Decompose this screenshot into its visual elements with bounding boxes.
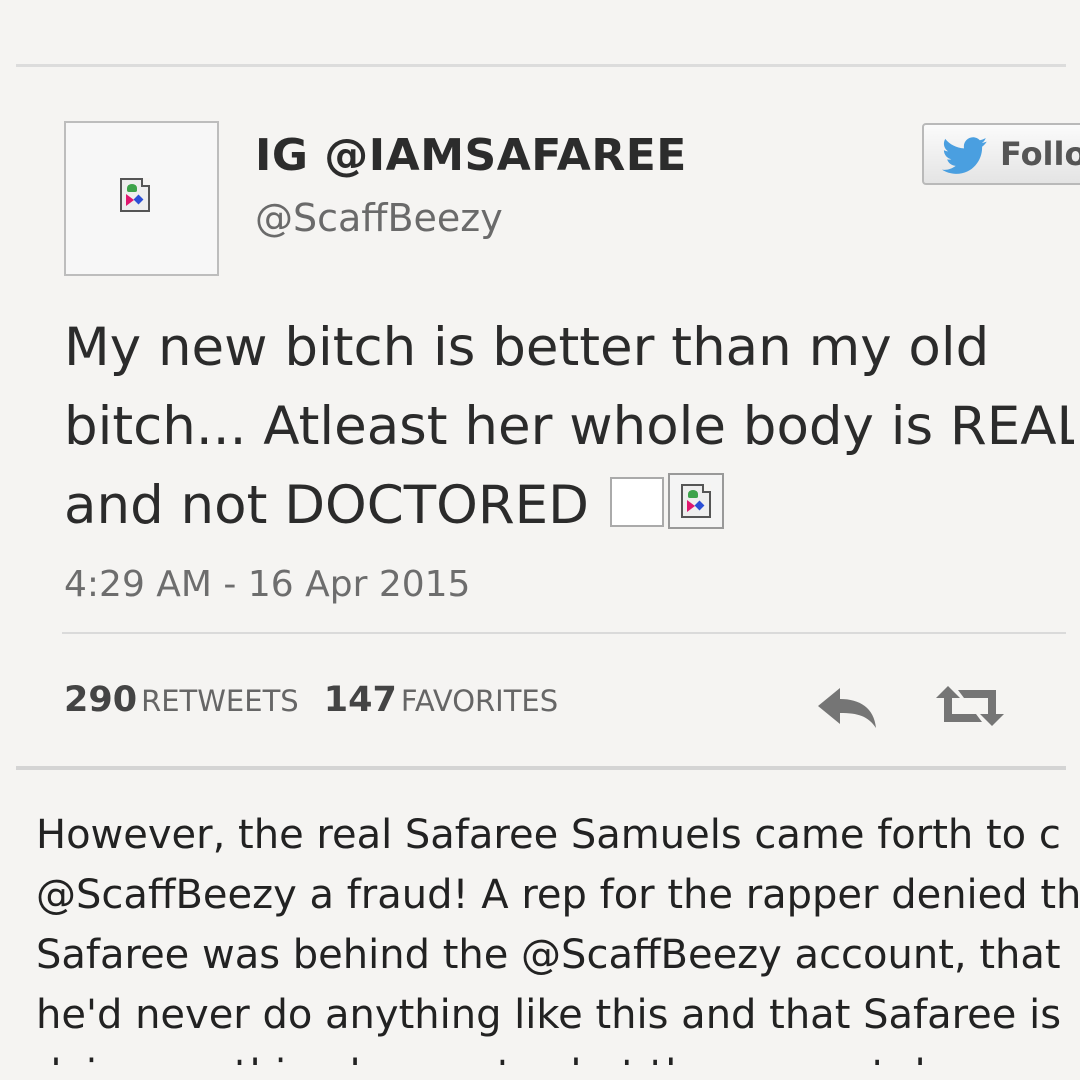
article-line: he'd never do anything like this and tha… [36,992,1062,1038]
tweet-text-line: bitch... Atleast her whole body is REAL [64,396,1074,457]
tweet-text-fragment: and not DOCTORED [64,475,589,536]
user-handle[interactable]: @ScaffBeezy [255,196,503,240]
article-line: However, the real Safaree Samuels came f… [36,812,1061,858]
article-line: Safaree was behind the @ScaffBeezy accou… [36,932,1061,978]
top-divider [16,64,1066,67]
avatar[interactable] [64,121,219,276]
broken-emoji-icon [667,473,724,529]
tweet-text-line-3: and not DOCTORED [64,466,1074,545]
tweet-stats: 290 RETWEETS 147 FAVORITES [64,680,578,720]
twitter-bird-icon [942,137,988,174]
tweet-timestamp[interactable]: 4:29 AM - 16 Apr 2015 [64,564,470,605]
article-line: doing anything he can to shut the accoun… [36,1045,1080,1065]
broken-image-icon [120,178,150,212]
favorite-label[interactable]: FAVORITES [401,684,558,718]
article-body: However, the real Safaree Samuels came f… [36,805,1080,1065]
reply-icon[interactable] [816,684,878,734]
article-line: @ScaffBeezy a fraud! A rep for the rappe… [36,872,1080,918]
display-name[interactable]: IG @IAMSAFAREE [255,130,687,181]
retweet-icon[interactable] [936,684,1004,732]
follow-label: Follow [1000,135,1080,173]
retweet-label[interactable]: RETWEETS [141,684,299,718]
empty-emoji-box [609,477,664,527]
favorite-count[interactable]: 147 [324,680,397,720]
stats-divider [62,632,1066,634]
tweet-text-line: My new bitch is better than my old [64,317,990,378]
tweet-text: My new bitch is better than my old bitch… [64,308,1074,545]
tweet-bottom-divider [16,766,1066,770]
follow-button[interactable]: Follow [922,123,1080,185]
retweet-count[interactable]: 290 [64,680,137,720]
